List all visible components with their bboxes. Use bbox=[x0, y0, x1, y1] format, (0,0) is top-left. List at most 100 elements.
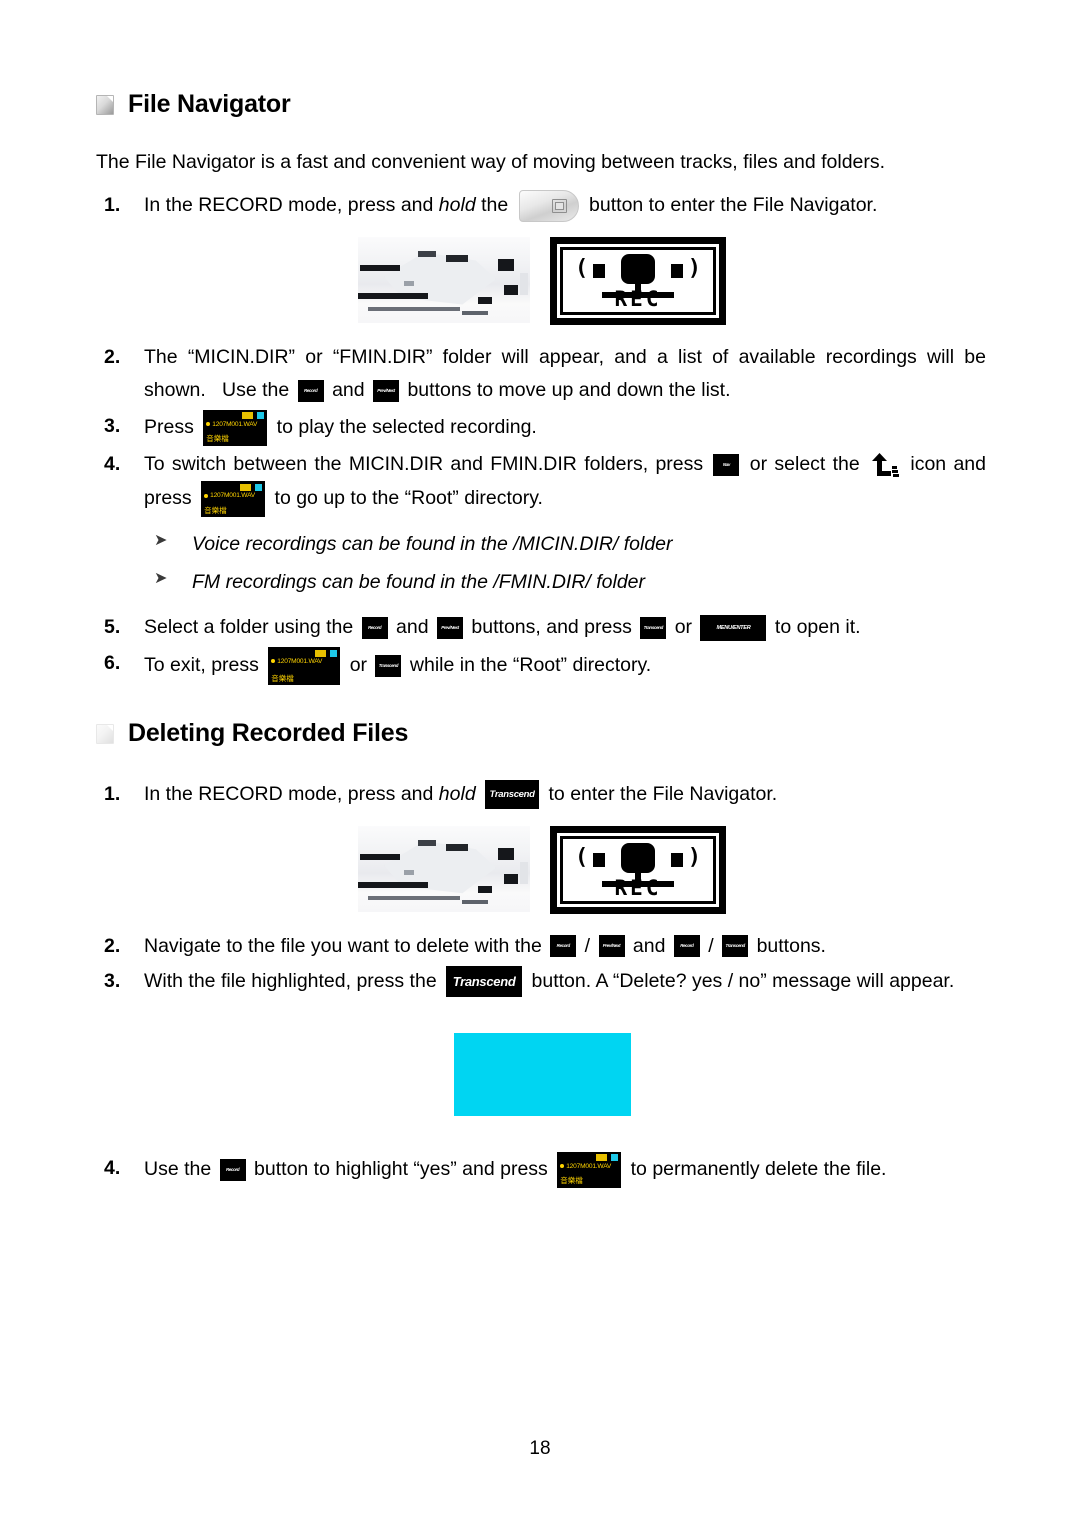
record-button-icon: Record bbox=[550, 935, 577, 958]
note-text: FM recordings can be found in the /FMIN.… bbox=[192, 571, 646, 594]
section-heading-deleting-recorded-files: Deleting Recorded Files bbox=[96, 719, 986, 748]
nav-key-icon: Nav bbox=[713, 453, 740, 476]
step-item: 2. Navigate to the file you want to dele… bbox=[96, 930, 986, 964]
document-page: File Navigator The File Navigator is a f… bbox=[0, 0, 1080, 1527]
step-text: The “MICIN.DIR” or “FMIN.DIR” folder wil… bbox=[144, 341, 986, 408]
step-number: 4. bbox=[104, 1156, 121, 1179]
step-text: Press 1207M001.WAV 音樂檔 to play the select… bbox=[144, 409, 986, 446]
lcd-badge-yellow bbox=[240, 483, 252, 491]
step-text-part: while in the “Root” directory. bbox=[404, 654, 652, 677]
step-text-part: In the RECORD mode, press and bbox=[144, 783, 439, 805]
step-item: 1. In the RECORD mode, press and hold th… bbox=[96, 189, 986, 223]
notes-list: ➤ Voice recordings can be found in the /… bbox=[96, 525, 986, 601]
transcend-button-icon: Transcend bbox=[722, 935, 749, 958]
step-text-part: Select a folder using the bbox=[144, 616, 359, 639]
lcd-badge-cyan bbox=[257, 412, 265, 420]
file-navigator-steps-continued: 2. The “MICIN.DIR” or “FMIN.DIR” folder … bbox=[96, 341, 986, 518]
step-number: 2. bbox=[104, 345, 121, 368]
transcend-button-icon: Transcend bbox=[375, 655, 402, 677]
step-text-part: and bbox=[627, 934, 671, 957]
step-text-part: Press bbox=[144, 416, 200, 439]
step-text-part: Use the bbox=[144, 1157, 217, 1180]
microphone-icon bbox=[621, 253, 655, 284]
lcd-file-screen-icon: 1207M001.WAV 音樂檔 bbox=[203, 409, 268, 446]
microphone-icon bbox=[621, 842, 655, 873]
step-text-part: to open it. bbox=[769, 616, 861, 639]
step-text-part: or bbox=[669, 616, 698, 639]
step-text-part: With the file highlighted, press the bbox=[144, 970, 443, 993]
step-number: 4. bbox=[104, 452, 121, 475]
mic-wing-right-icon bbox=[671, 852, 683, 867]
page-number: 18 bbox=[529, 1438, 551, 1459]
step-text-part: to enter the File Navigator. bbox=[543, 783, 778, 805]
prevnext-button-icon: Prev/Next bbox=[373, 380, 400, 403]
deleting-steps-continued: 2. Navigate to the file you want to dele… bbox=[96, 930, 986, 999]
nav-button-icon bbox=[518, 190, 579, 223]
lcd-file-screen-icon: 1207M001.WAV 音樂檔 bbox=[201, 481, 266, 518]
paren-left-glyph: ( bbox=[575, 255, 589, 281]
step-number: 6. bbox=[104, 652, 121, 674]
emphasis-hold: hold bbox=[438, 194, 476, 217]
lcd-subtext: 音樂檔 bbox=[206, 434, 229, 444]
page-content: File Navigator The File Navigator is a f… bbox=[96, 90, 986, 1190]
step-text-part bbox=[476, 783, 481, 805]
lcd-badge-cyan bbox=[611, 1154, 619, 1162]
record-button-icon: Record bbox=[219, 1158, 246, 1181]
paren-right-glyph: ) bbox=[687, 255, 701, 281]
note-item: ➤ FM recordings can be found in the /FMI… bbox=[96, 563, 986, 601]
note-item: ➤ Voice recordings can be found in the /… bbox=[96, 525, 986, 563]
rec-label: REC bbox=[614, 875, 662, 900]
folder-up-arrow-icon bbox=[870, 452, 900, 478]
step-text-part: In the RECORD mode, press and bbox=[144, 194, 439, 217]
mic-wing-left-icon bbox=[593, 852, 605, 867]
device-photo-image bbox=[358, 236, 530, 323]
deleting-steps-tail: 4. Use the Record button to highlight “y… bbox=[96, 1151, 986, 1188]
step-text-part: buttons to move up and down the list. bbox=[402, 379, 731, 402]
heading-bullet-icon bbox=[96, 94, 114, 115]
step-item: 3. Press 1207M001.WAV 音樂檔 to play the sel… bbox=[96, 409, 986, 446]
paren-left-glyph: ( bbox=[575, 844, 589, 870]
step-item: 4. To switch between the MICIN.DIR and F… bbox=[96, 448, 986, 518]
paren-right-glyph: ) bbox=[687, 844, 701, 870]
lcd-badge-cyan bbox=[330, 649, 338, 657]
lcd-file-screen-icon: 1207M001.WAV 音樂檔 bbox=[557, 1151, 622, 1188]
figure-record-mode: ( ) REC bbox=[358, 236, 986, 325]
rec-label: REC bbox=[614, 286, 662, 311]
transcend-button-icon: Transcend bbox=[446, 966, 523, 998]
emphasis-hold: hold bbox=[438, 783, 476, 805]
step-text-part: To switch between the MICIN.DIR and FMIN… bbox=[144, 452, 711, 475]
step-item: 3. With the file highlighted, press the … bbox=[96, 965, 986, 999]
step-text-part: / bbox=[702, 934, 720, 957]
step-number: 1. bbox=[104, 783, 121, 805]
step-text-part: or select the bbox=[742, 452, 868, 475]
lcd-subtext: 音樂檔 bbox=[204, 505, 227, 515]
step-text-part: to permanently delete the file. bbox=[625, 1157, 887, 1180]
lcd-badge-yellow bbox=[596, 1154, 608, 1162]
menu-enter-button-icon: MENU/ENTER bbox=[700, 615, 767, 642]
step-text-part: and bbox=[326, 379, 371, 402]
step-text-part: button to highlight “yes” and press bbox=[248, 1157, 554, 1180]
arrow-bullet-icon: ➤ bbox=[154, 532, 168, 550]
step-text: To switch between the MICIN.DIR and FMIN… bbox=[144, 448, 986, 518]
rec-screen-display: ( ) REC bbox=[550, 236, 726, 325]
delete-confirm-placeholder-image bbox=[454, 1032, 631, 1116]
step-text: In the RECORD mode, press and hold the b… bbox=[144, 189, 986, 223]
step-number: 5. bbox=[104, 616, 121, 639]
step-text: In the RECORD mode, press and hold Trans… bbox=[144, 778, 986, 812]
step-item: 2. The “MICIN.DIR” or “FMIN.DIR” folder … bbox=[96, 341, 986, 408]
step-text-part: button to enter the File Navigator. bbox=[583, 194, 878, 217]
window-glyph-icon bbox=[551, 199, 567, 214]
step-number: 1. bbox=[104, 194, 121, 217]
step-text-part: Navigate to the file you want to delete … bbox=[144, 934, 548, 957]
figure-record-mode-2: ( ) REC bbox=[358, 825, 986, 914]
mic-wing-left-icon bbox=[593, 263, 605, 278]
intro-paragraph: The File Navigator is a fast and conveni… bbox=[96, 151, 886, 173]
step-text-part: button. A “Delete? yes / no” message wil… bbox=[526, 970, 955, 993]
heading-bullet-icon bbox=[96, 723, 114, 744]
step-text-part: buttons, and press bbox=[466, 616, 638, 639]
step-text-part: and bbox=[390, 616, 435, 639]
step-item: 5. Select a folder using the Record and … bbox=[96, 611, 986, 645]
transcend-button-icon: Transcend bbox=[640, 617, 667, 640]
lcd-badge-yellow bbox=[315, 649, 327, 657]
file-navigator-steps: 1. In the RECORD mode, press and hold th… bbox=[96, 189, 986, 223]
